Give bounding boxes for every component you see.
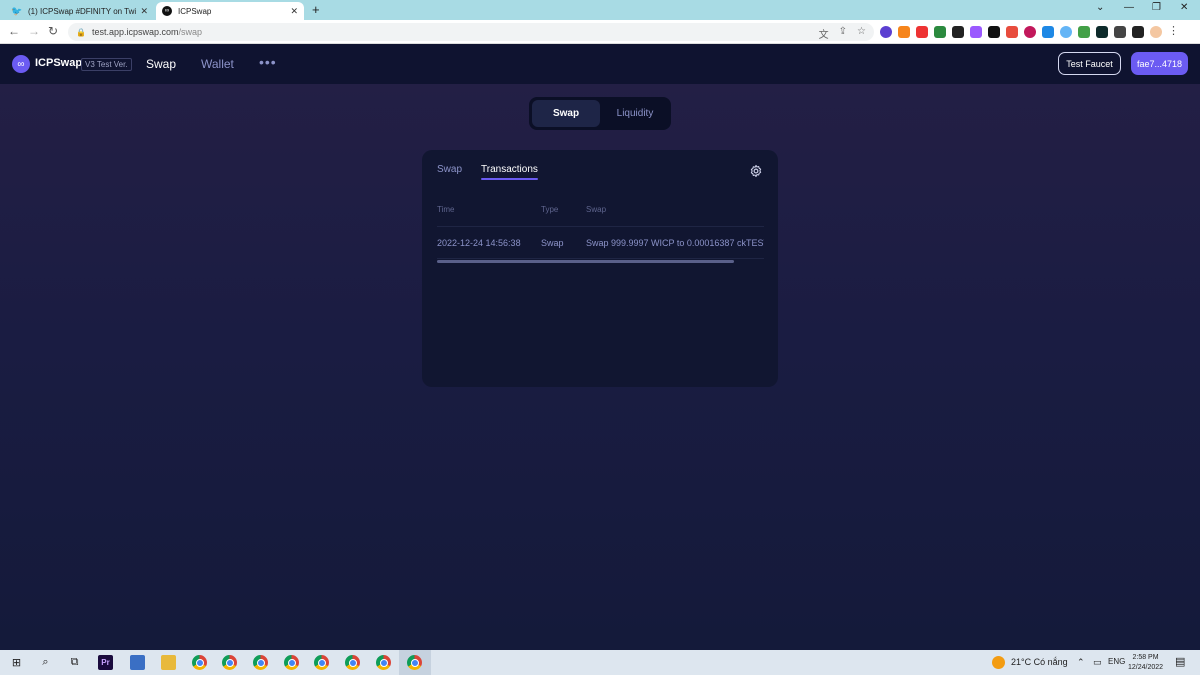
tab-title: ICPSwap [178,6,212,16]
task-view-icon[interactable]: ⧉ [67,655,82,670]
chrome-icon[interactable] [376,655,391,670]
chrome-icon[interactable] [407,655,422,670]
extension-icon[interactable] [1042,26,1054,38]
browser-tab-twitter[interactable]: 🐦 (1) ICPSwap #DFINITY on Twitter ✕ [6,2,154,20]
icpswap-icon: ∞ [162,6,172,16]
menu-icon[interactable]: ⋮ [1168,26,1180,38]
avatar[interactable] [1150,26,1162,38]
premiere-pro-icon[interactable]: Pr [98,655,113,670]
extension-icon[interactable] [970,26,982,38]
brand-name[interactable]: ICPSwap [35,57,82,69]
toggle-swap[interactable]: Swap [532,100,600,127]
tray-chevron-icon[interactable]: ⌃ [1077,657,1085,668]
puzzle-icon[interactable] [1114,26,1126,38]
chrome-icon[interactable] [314,655,329,670]
address-bar[interactable]: 🔒 test.app.icpswap.com/swap 文 ⇪ ☆ [68,23,874,41]
chrome-icon[interactable] [222,655,237,670]
translate-icon[interactable]: 文 [819,26,829,41]
column-header-swap: Swap [586,205,607,214]
test-faucet-button[interactable]: Test Faucet [1058,52,1121,75]
extension-icon[interactable] [1006,26,1018,38]
column-header-time: Time [437,205,455,214]
extension-icon[interactable] [1024,26,1036,38]
weather-text[interactable]: 21°C Có nắng [1011,657,1068,667]
transactions-card: Swap Transactions Time Type Swap 2022-12… [422,150,778,387]
network-icon[interactable]: ▭ [1093,657,1102,668]
column-header-type: Type [541,205,559,214]
close-icon[interactable]: ✕ [290,6,298,17]
horizontal-scrollbar[interactable] [437,260,734,263]
forward-icon[interactable]: → [28,24,40,38]
url-host: test.app.icpswap.com [91,27,179,37]
toggle-liquidity[interactable]: Liquidity [602,100,668,127]
active-tab-indicator [481,178,538,180]
back-icon[interactable]: ← [8,24,20,38]
app-header: ∞ ICPSwap V3 Test Ver. Swap Wallet ••• T… [0,44,1200,84]
url-path: /swap [178,27,203,37]
chrome-icon[interactable] [253,655,268,670]
share-icon[interactable]: ⇪ [839,26,847,41]
windows-taskbar: ⊞ ⌕ ⧉ Pr 21°C Có nắng ⌃ ▭ ENG 2:58 PM 12… [0,650,1200,675]
extension-icon[interactable] [952,26,964,38]
browser-toolbar: ← → ↻ 🔒 test.app.icpswap.com/swap 文 ⇪ ☆ … [0,20,1200,44]
close-window-icon[interactable]: ✕ [1180,2,1188,13]
twitter-icon: 🐦 [11,5,23,16]
table-cell-desc: Swap 999.9997 WICP to 0.00016387 ckTESTB… [586,238,764,248]
chrome-icon[interactable] [284,655,299,670]
clock-date: 12/24/2022 [1128,664,1164,671]
extension-icon[interactable] [880,26,892,38]
nav-wallet[interactable]: Wallet [201,57,234,71]
app-icon[interactable] [130,655,145,670]
extension-icon[interactable] [1060,26,1072,38]
search-icon[interactable]: ⌕ [38,655,53,670]
extension-icon[interactable] [988,26,1000,38]
sidebar-icon[interactable] [1132,26,1144,38]
main-content: Swap Liquidity Swap Transactions Time Ty… [0,84,1200,650]
swap-liquidity-toggle: Swap Liquidity [529,97,671,130]
extension-icon[interactable] [916,26,928,38]
extension-icon[interactable] [934,26,946,38]
tab-title: (1) ICPSwap #DFINITY on Twitter [28,6,137,16]
tab-swap[interactable]: Swap [437,164,462,175]
gear-icon[interactable] [749,164,763,178]
reload-icon[interactable]: ↻ [48,24,58,38]
windows-start-icon[interactable]: ⊞ [9,655,24,670]
lock-icon: 🔒 [76,27,86,37]
icpswap-logo-icon[interactable]: ∞ [12,55,30,73]
extension-icon[interactable] [1078,26,1090,38]
clock-time: 2:58 PM [1132,654,1159,661]
file-explorer-icon[interactable] [161,655,176,670]
table-cell-type: Swap [541,238,564,248]
browser-tabstrip: 🐦 (1) ICPSwap #DFINITY on Twitter ✕ ∞ IC… [0,0,1200,20]
notification-icon[interactable]: ▤ [1175,655,1185,668]
tab-search-icon[interactable]: ⌄ [1096,2,1104,13]
new-tab-button[interactable]: + [312,2,320,17]
version-badge: V3 Test Ver. [81,58,132,71]
extensions-row: ⋮ [880,26,1180,38]
weather-sun-icon[interactable] [992,656,1005,669]
extension-icon[interactable] [1096,26,1108,38]
chrome-icon[interactable] [192,655,207,670]
account-button[interactable]: fae7...4718 [1131,52,1188,75]
browser-tab-icpswap[interactable]: ∞ ICPSwap ✕ [156,2,304,20]
table-cell-time: 2022-12-24 14:56:38 [437,238,521,248]
minimize-icon[interactable]: — [1124,2,1134,13]
bookmark-star-icon[interactable]: ☆ [857,26,866,41]
restore-icon[interactable]: ❐ [1152,2,1161,13]
metamask-icon[interactable] [898,26,910,38]
close-icon[interactable]: ✕ [140,6,148,17]
tab-transactions[interactable]: Transactions [481,164,538,175]
nav-swap[interactable]: Swap [146,57,176,71]
language-indicator[interactable]: ENG [1108,657,1125,666]
nav-more-icon[interactable]: ••• [259,54,277,70]
divider [437,226,764,227]
divider [437,258,764,259]
chrome-icon[interactable] [345,655,360,670]
system-clock[interactable]: 2:58 PM 12/24/2022 [1128,653,1163,673]
